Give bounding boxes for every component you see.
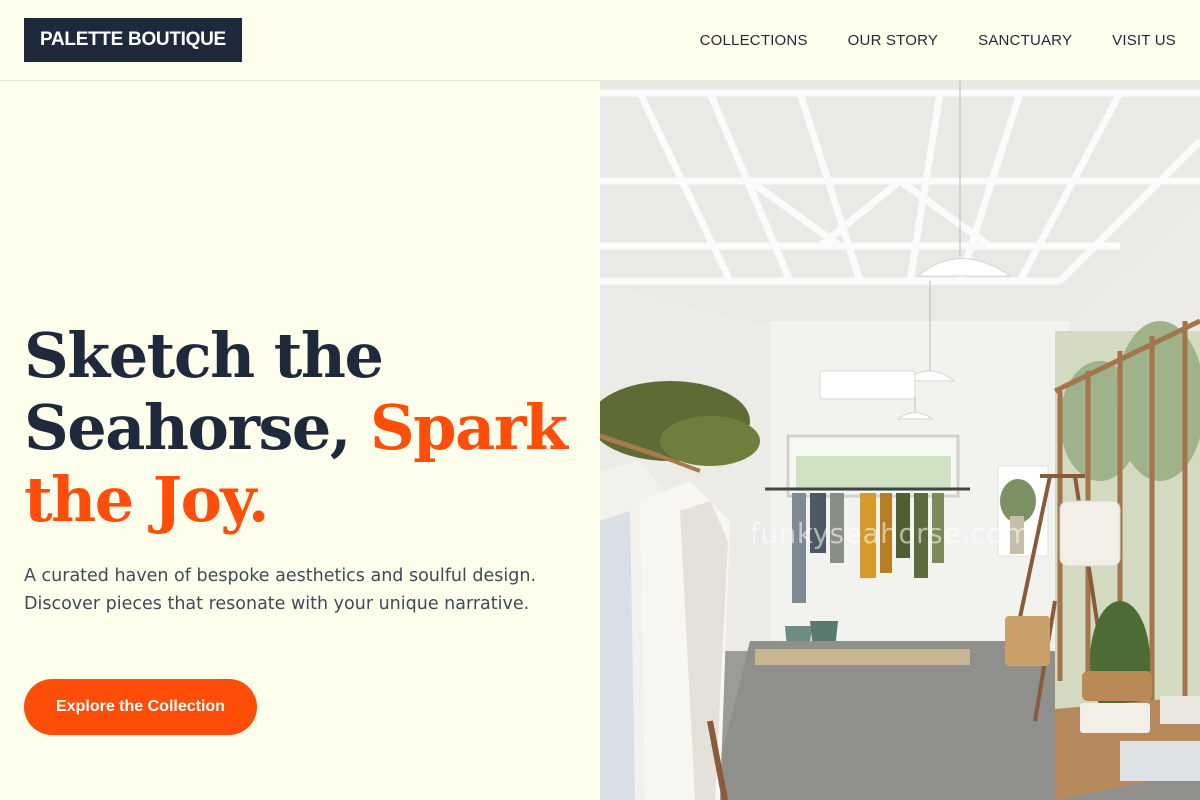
main-nav: COLLECTIONS OUR STORY SANCTUARY VISIT US [700,0,1176,80]
hero-image: funkyseahorse.com [600,81,1200,800]
hero-text: Sketch the Seahorse, Spark the Joy. A cu… [24,320,584,618]
explore-collection-button[interactable]: Explore the Collection [24,679,257,735]
brand-logo[interactable]: PALETTE BOUTIQUE [24,18,242,62]
nav-link-sanctuary[interactable]: SANCTUARY [978,32,1072,49]
hero-headline: Sketch the Seahorse, Spark the Joy. [24,320,584,536]
hero-subtitle: A curated haven of bespoke aesthetics an… [24,566,537,614]
nav-link-collections[interactable]: COLLECTIONS [700,32,808,49]
nav-link-visit-us[interactable]: VISIT US [1112,32,1176,49]
image-watermark: funkyseahorse.com [750,517,1032,550]
nav-link-our-story[interactable]: OUR STORY [848,32,938,49]
site-header: PALETTE BOUTIQUE COLLECTIONS OUR STORY S… [0,0,1200,81]
boutique-interior-illustration [600,81,1200,800]
headline-main: Sketch the Seahorse, [24,319,384,464]
